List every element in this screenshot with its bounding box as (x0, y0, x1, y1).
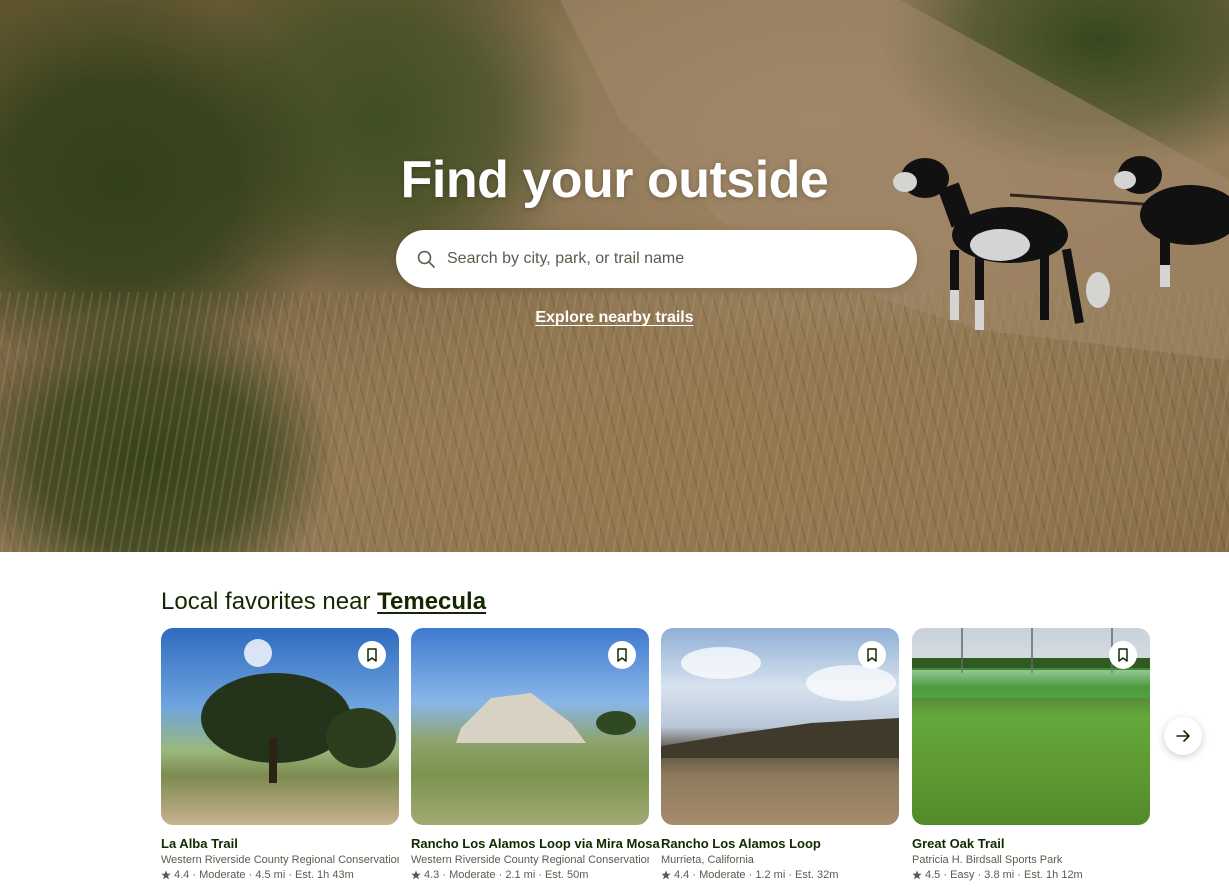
trail-meta: 4.4 · Moderate · 4.5 mi · Est. 1h 43m (161, 869, 399, 881)
trail-photo[interactable] (661, 628, 899, 825)
trail-meta: 4.5 · Easy · 3.8 mi · Est. 1h 12m (912, 869, 1150, 881)
trail-park: Patricia H. Birdsall Sports Park (912, 854, 1063, 866)
trail-card[interactable]: Rancho Los Alamos Loop via Mira Mosa Wes… (411, 628, 660, 881)
trail-card[interactable]: La Alba Trail Western Riverside County R… (161, 628, 399, 881)
bookmark-button[interactable] (608, 641, 636, 669)
hero-title: Find your outside (400, 151, 829, 209)
trail-photo[interactable] (411, 628, 649, 825)
bookmark-icon (1118, 648, 1128, 662)
trail-name[interactable]: La Alba Trail (161, 836, 399, 851)
search-input[interactable] (447, 230, 917, 288)
explore-nearby-link-wrapper: Explore nearby trails (0, 309, 1229, 327)
section-title-prefix: Local favorites near (161, 588, 371, 615)
trail-meta-text: 4.5 · Easy · 3.8 mi · Est. 1h 12m (925, 869, 1083, 881)
trail-card[interactable]: Great Oak Trail Patricia H. Birdsall Spo… (912, 628, 1150, 881)
trail-meta-text: 4.4 · Moderate · 1.2 mi · Est. 32m (674, 869, 839, 881)
star-icon (912, 870, 922, 880)
trail-photo[interactable] (161, 628, 399, 825)
bookmark-button[interactable] (858, 641, 886, 669)
bookmark-icon (617, 648, 627, 662)
bookmark-icon (867, 648, 877, 662)
trail-name[interactable]: Rancho Los Alamos Loop (661, 836, 899, 851)
star-icon (411, 870, 421, 880)
trail-park: Western Riverside County Regional Conser… (161, 854, 399, 866)
trail-park: Western Riverside County Regional Conser… (411, 854, 649, 866)
search-bar[interactable] (396, 230, 917, 288)
bookmark-button[interactable] (358, 641, 386, 669)
bookmark-button[interactable] (1109, 641, 1137, 669)
trail-name[interactable]: Rancho Los Alamos Loop via Mira Mosa (411, 836, 660, 851)
trail-name[interactable]: Great Oak Trail (912, 836, 1150, 851)
explore-nearby-link[interactable]: Explore nearby trails (535, 309, 693, 326)
star-icon (161, 870, 171, 880)
trail-meta-text: 4.3 · Moderate · 2.1 mi · Est. 50m (424, 869, 589, 881)
trail-park: Murrieta, California (661, 854, 754, 866)
search-icon (417, 250, 435, 268)
section-title: Local favorites near Temecula (161, 588, 486, 616)
trail-meta: 4.4 · Moderate · 1.2 mi · Est. 32m (661, 869, 899, 881)
trail-meta-text: 4.4 · Moderate · 4.5 mi · Est. 1h 43m (174, 869, 354, 881)
trail-card[interactable]: Rancho Los Alamos Loop Murrieta, Califor… (661, 628, 899, 881)
trail-meta: 4.3 · Moderate · 2.1 mi · Est. 50m (411, 869, 649, 881)
arrow-right-icon (1176, 730, 1190, 742)
bookmark-icon (367, 648, 377, 662)
star-icon (661, 870, 671, 880)
carousel-next-button[interactable] (1164, 717, 1202, 755)
location-link[interactable]: Temecula (377, 588, 486, 615)
trail-photo[interactable] (912, 628, 1150, 825)
